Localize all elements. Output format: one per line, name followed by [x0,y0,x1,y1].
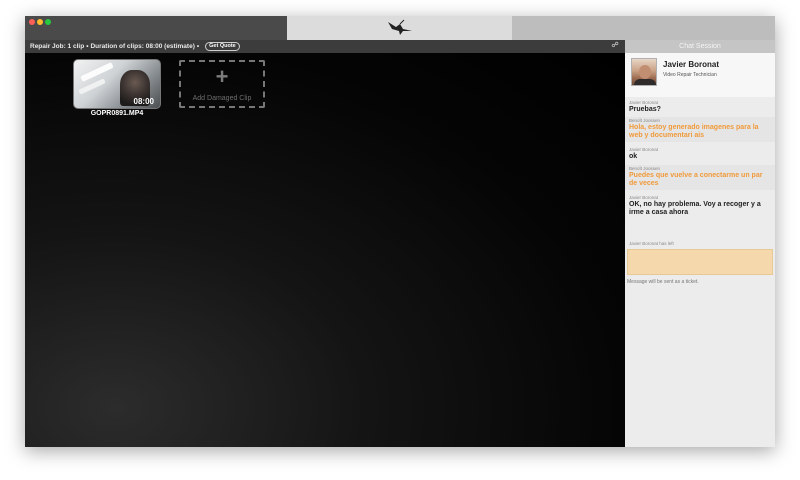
avatar-shirt [634,79,656,85]
message-input[interactable] [627,249,773,275]
typing-status: Javier Boronat has left [629,241,674,246]
repair-job-count: Repair Job: 1 clip [30,43,85,50]
chat-message: Javier Boronat ok [625,146,775,162]
clip-duration-summary: Duration of clips: 08:00 (estimate) [90,43,195,50]
chat-message: Javier Boronat OK, no hay problema. Voy … [625,194,775,218]
get-quote-button[interactable]: Get Quote [205,42,240,51]
chat-panel: Javier Boronat Video Repair Technician J… [625,53,775,447]
avatar [631,58,657,86]
chat-message: Benoît Joossen Hola, estoy generado imag… [625,117,775,142]
clip-duration: 08:00 [133,97,154,106]
zoom-window-button[interactable] [45,19,51,25]
message-text: Hola, estoy generado imagenes para la we… [629,124,759,139]
technician-name: Javier Boronat [663,60,720,69]
chat-message: Benoît Joossen Puedes que vuelve a conec… [625,165,775,190]
separator: • [86,43,89,50]
chat-message: Javier Boronat Pruebas? [625,99,775,115]
technician-role: Video Repair Technician [663,72,717,78]
crane-bird-icon [387,19,412,35]
message-text: Puedes que vuelve a conectarme un par de… [629,172,763,187]
separator: • [196,43,200,50]
title-bar [25,16,775,40]
message-text: Pruebas? [629,106,661,113]
message-text: OK, no hay problema. Voy a recoger y a i… [629,201,761,216]
add-clip-label: Add Damaged Clip [192,95,252,102]
plus-icon: + [215,64,229,89]
title-bar-left [25,16,287,40]
title-bar-right [512,16,775,40]
message-text: ok [629,153,638,160]
link-icon[interactable]: ☍ [609,42,621,50]
avatar-head [639,65,651,79]
add-damaged-clip-button[interactable]: + Add Damaged Clip [179,60,265,108]
clip-workspace: 08:00 GOPR0891.MP4 + Add Damaged Clip [25,53,625,447]
close-window-button[interactable] [29,19,35,25]
clip-filename: GOPR0891.MP4 [90,110,144,117]
app-window: Repair Job: 1 clip • Duration of clips: … [25,16,775,447]
job-info-bar: Repair Job: 1 clip • Duration of clips: … [25,40,625,53]
thumbnail-detail [80,62,114,82]
technician-card: Javier Boronat Video Repair Technician [625,53,775,97]
video-clip-thumbnail[interactable]: 08:00 [73,59,161,109]
title-bar-logo-area [287,16,512,40]
chat-session-header: Chat Session [625,40,775,53]
minimize-window-button[interactable] [37,19,43,25]
ticket-note: Message will be sent as a ticket. [627,279,699,285]
